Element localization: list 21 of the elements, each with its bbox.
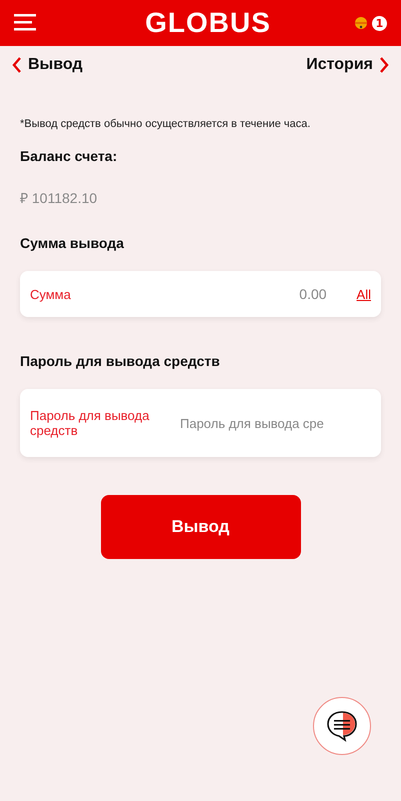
field-label: Пароль для вывода средств xyxy=(30,408,150,438)
bell-icon[interactable] xyxy=(354,16,368,30)
back-link[interactable]: Вывод xyxy=(12,56,83,74)
password-input[interactable]: Пароль для вывода сре xyxy=(178,414,371,432)
balance-value: ₽ 101182.10 xyxy=(20,189,98,207)
section-heading: Пароль для вывода средств xyxy=(20,353,221,369)
amount-field[interactable]: Сумма 0.00 All xyxy=(20,271,381,317)
logo: GLOBUS xyxy=(145,7,271,39)
notification-count: 1 xyxy=(372,16,387,30)
balance-label: Баланс счета: xyxy=(20,148,118,164)
notice-text: *Вывод средств обычно осуществляется в течение часа. xyxy=(20,118,312,130)
chevron-right-icon xyxy=(379,57,389,73)
chat-icon xyxy=(325,709,359,743)
all-link[interactable]: All xyxy=(356,286,371,302)
chevron-left-icon xyxy=(12,57,22,73)
history-link[interactable]: История xyxy=(306,56,389,74)
field-label: Сумма xyxy=(30,286,71,302)
password-field[interactable]: Пароль для вывода средств Пароль для вывода сре xyxy=(20,389,381,457)
menu-icon[interactable] xyxy=(14,14,38,32)
withdraw-button[interactable]: Вывод xyxy=(100,495,300,559)
section-heading: Сумма вывода xyxy=(20,235,125,251)
